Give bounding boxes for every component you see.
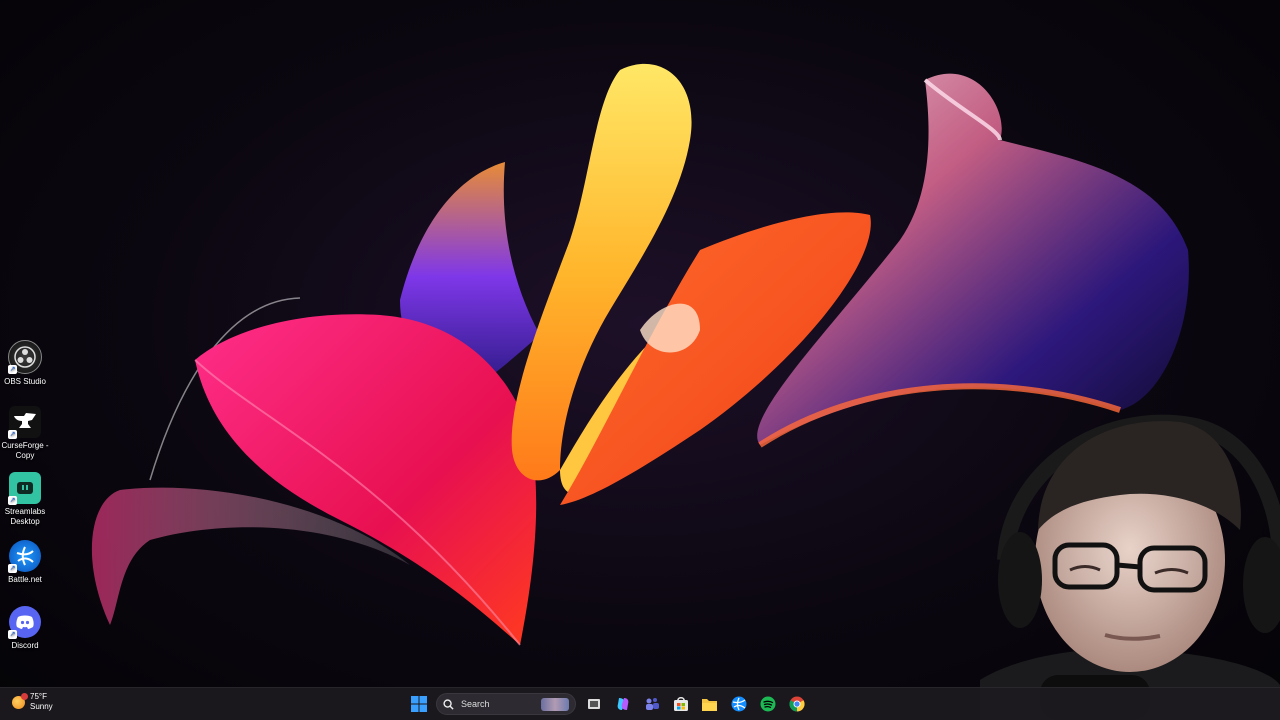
desktop-icon-label: CurseForge - Copy	[1, 441, 49, 460]
search-placeholder: Search	[461, 699, 490, 709]
desktop-icon-discord[interactable]: ↗ Discord	[0, 606, 50, 651]
desktop: ↗ OBS Studio ↗ CurseForge - Copy ↗ Strea…	[0, 0, 1280, 720]
sunny-weather-icon	[12, 692, 28, 709]
shortcut-arrow-icon: ↗	[8, 365, 17, 374]
chrome-icon	[788, 696, 805, 712]
search-highlight-image	[541, 698, 569, 711]
copilot-icon	[617, 698, 628, 710]
start-button[interactable]	[407, 693, 430, 716]
desktop-icon-label: Discord	[11, 641, 39, 650]
file-explorer-button[interactable]	[698, 693, 721, 716]
shortcut-arrow-icon: ↗	[8, 630, 17, 639]
spotify-button[interactable]	[756, 693, 779, 716]
shortcut-arrow-icon: ↗	[8, 564, 17, 573]
obs-icon: ↗	[8, 340, 42, 374]
desktop-icon-obs-studio[interactable]: ↗ OBS Studio	[0, 340, 50, 387]
weather-condition: Sunny	[30, 702, 53, 711]
store-icon	[673, 697, 688, 711]
battlenet-icon	[731, 696, 746, 712]
desktop-icon-curseforge[interactable]: ↗ CurseForge - Copy	[0, 406, 50, 461]
store-button[interactable]	[669, 693, 692, 716]
shortcut-arrow-icon: ↗	[8, 430, 17, 439]
search-icon	[443, 698, 454, 710]
battlenet-icon: ↗	[8, 540, 41, 573]
task-view-button[interactable]	[582, 693, 605, 716]
teams-icon	[645, 698, 659, 710]
weather-temperature: 75°F	[30, 692, 47, 701]
notification-dot-icon	[21, 692, 28, 700]
taskbar: 75°F Sunny Search	[0, 687, 1280, 720]
streamlabs-icon: ↗	[8, 472, 41, 505]
weather-widget[interactable]: 75°F Sunny	[12, 692, 53, 712]
file-explorer-icon	[702, 698, 717, 711]
curseforge-icon: ↗	[8, 406, 41, 439]
copilot-button[interactable]	[611, 693, 634, 716]
chrome-button[interactable]	[785, 693, 808, 716]
shortcut-arrow-icon: ↗	[8, 496, 17, 505]
teams-button[interactable]	[640, 693, 663, 716]
taskbar-apps: Search	[407, 691, 808, 717]
desktop-icon-label: Streamlabs Desktop	[4, 507, 46, 526]
webcam-overlay	[980, 414, 1280, 720]
task-view-icon	[587, 699, 600, 709]
discord-icon: ↗	[8, 606, 41, 639]
desktop-icon-label: OBS Studio	[4, 377, 46, 386]
battlenet-taskbar-button[interactable]	[727, 693, 750, 716]
desktop-icon-label: Battle.net	[8, 575, 42, 584]
taskbar-search[interactable]: Search	[436, 693, 576, 715]
start-icon	[410, 696, 427, 712]
desktop-icon-streamlabs[interactable]: ↗ Streamlabs Desktop	[0, 472, 50, 527]
spotify-icon	[760, 696, 775, 712]
desktop-icon-battlenet[interactable]: ↗ Battle.net	[0, 540, 50, 585]
